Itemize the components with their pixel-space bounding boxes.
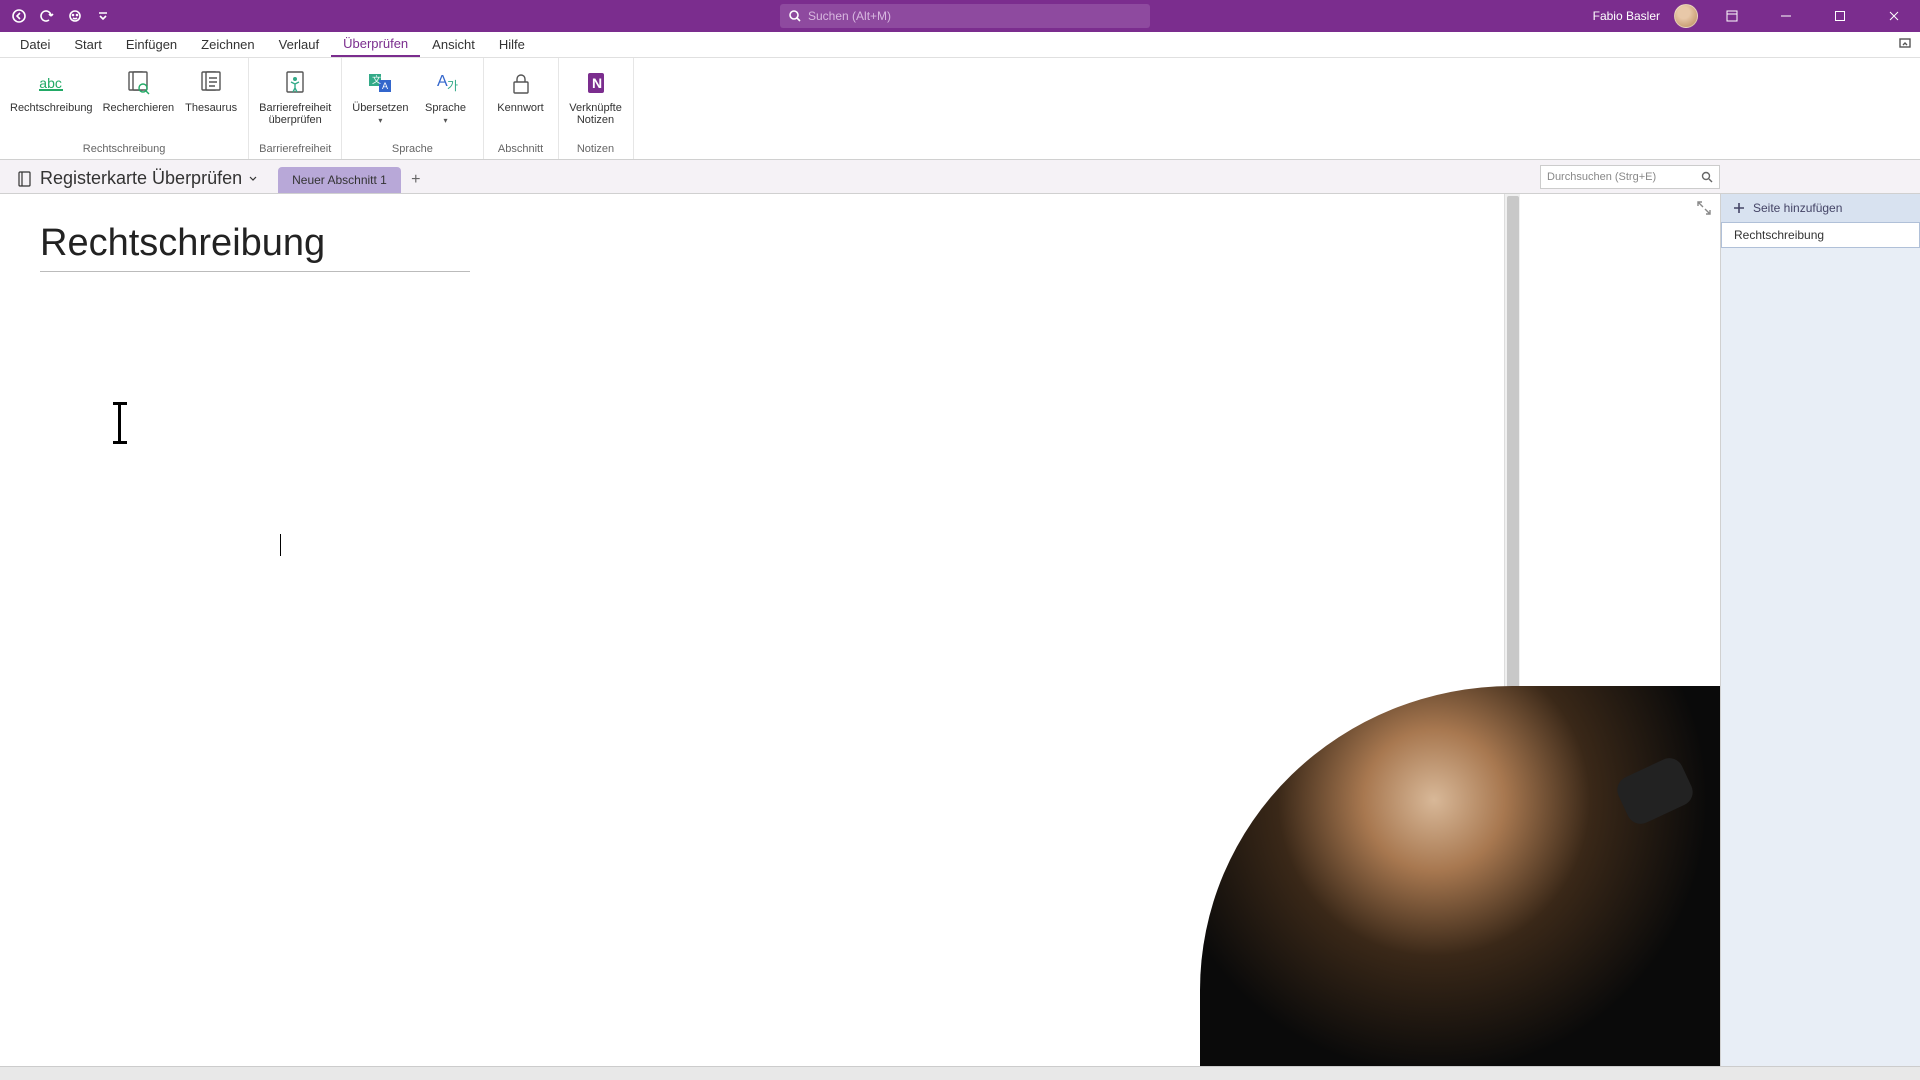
qat-customize-button[interactable] [92, 5, 114, 27]
svg-text:N: N [592, 75, 602, 91]
add-page-button[interactable]: Seite hinzufügen [1721, 194, 1920, 222]
menu-tab-verlauf[interactable]: Verlauf [267, 32, 331, 57]
menu-tab-einfügen[interactable]: Einfügen [114, 32, 189, 57]
notebook-nav: Registerkarte Überprüfen Neuer Abschnitt… [0, 160, 1920, 194]
ribbon-button-label: Sprache [425, 102, 466, 114]
ribbon-button-label: Rechtschreibung [10, 102, 93, 114]
chevron-down-icon [248, 174, 258, 184]
maximize-button[interactable] [1820, 0, 1860, 32]
ribbon-button-label: Verknüpfte Notizen [569, 102, 622, 126]
page-list-item[interactable]: Rechtschreibung [1721, 222, 1920, 248]
menu-tab-ansicht[interactable]: Ansicht [420, 32, 487, 57]
notebook-dropdown[interactable]: Registerkarte Überprüfen [8, 164, 266, 193]
a11y-icon [280, 64, 310, 102]
avatar[interactable] [1674, 4, 1698, 28]
note-canvas[interactable]: Rechtschreibung [0, 194, 1720, 1066]
chevron-down-icon: ▾ [444, 116, 448, 125]
language-icon: A가 [431, 64, 461, 102]
spell-icon: abc [39, 64, 63, 102]
notebook-icon [16, 170, 34, 188]
title-bar: Rechtschreibung - OneNote Fabio Basler [0, 0, 1920, 32]
ribbon-a11y-button[interactable]: Barrierefreiheit überprüfen [255, 62, 335, 141]
ribbon-button-label: Übersetzen [352, 102, 408, 114]
touch-mode-button[interactable] [64, 5, 86, 27]
page-title[interactable]: Rechtschreibung [40, 222, 470, 272]
menu-tab-datei[interactable]: Datei [8, 32, 62, 57]
title-right: Fabio Basler [1593, 0, 1920, 32]
ribbon-button-label: Barrierefreiheit überprüfen [259, 102, 331, 126]
ribbon-group-label: Abschnitt [490, 141, 552, 159]
section-tab-active[interactable]: Neuer Abschnitt 1 [278, 167, 401, 193]
research-icon [123, 64, 153, 102]
ribbon-language-button[interactable]: A가Sprache ▾ [415, 62, 477, 141]
menu-tab-hilfe[interactable]: Hilfe [487, 32, 537, 57]
password-icon [506, 64, 536, 102]
ribbon-group-label: Sprache [348, 141, 476, 159]
ribbon-translate-button[interactable]: 文AÜbersetzen▾ [348, 62, 412, 141]
ribbon-group-notizen: N Verknüpfte Notizen Notizen [559, 58, 634, 159]
menu-tab-start[interactable]: Start [62, 32, 113, 57]
search-box[interactable] [780, 4, 1150, 28]
ribbon-button-label: Thesaurus [185, 102, 237, 114]
ribbon-group-label: Notizen [565, 141, 627, 159]
close-button[interactable] [1874, 0, 1914, 32]
ribbon-display-button[interactable] [1712, 0, 1752, 32]
ribbon-group-rechtschreibung: abcRechtschreibungRecherchierenThesaurus… [0, 58, 249, 159]
undo-button[interactable] [36, 5, 58, 27]
search-icon [1701, 171, 1713, 183]
thesaurus-icon [196, 64, 226, 102]
ribbon-group-barrierefreiheit: Barrierefreiheit überprüfen Barrierefreih… [249, 58, 342, 159]
menu-tab-zeichnen[interactable]: Zeichnen [189, 32, 266, 57]
ribbon-group-abschnitt: Kennwort Abschnitt [484, 58, 559, 159]
fullpage-toggle-button[interactable] [1696, 200, 1712, 216]
svg-text:A: A [382, 81, 388, 91]
ribbon-thesaurus-button[interactable]: Thesaurus [180, 62, 242, 141]
collapse-ribbon-button[interactable] [1898, 36, 1912, 50]
ribbon-group-label: Barrierefreiheit [255, 141, 335, 159]
ribbon-group-label: Rechtschreibung [6, 141, 242, 159]
menu-bar: DateiStartEinfügenZeichnenVerlaufÜberprü… [0, 32, 1920, 58]
ribbon-password-button[interactable]: Kennwort [490, 62, 552, 141]
minimize-button[interactable] [1766, 0, 1806, 32]
ribbon-linked-button[interactable]: N Verknüpfte Notizen [565, 62, 627, 141]
menu-tab-überprüfen[interactable]: Überprüfen [331, 32, 420, 57]
ribbon-group-sprache: 文AÜbersetzen▾A가Sprache▾Sprache [342, 58, 483, 159]
caret-icon [280, 534, 281, 556]
chevron-down-icon: ▾ [378, 116, 382, 125]
page-search-box[interactable]: Durchsuchen (Strg+E) [1540, 165, 1720, 189]
ribbon-spell-button[interactable]: abcRechtschreibung [6, 62, 97, 141]
search-input[interactable] [808, 9, 1142, 23]
linked-icon: N [581, 64, 611, 102]
add-section-button[interactable]: + [403, 167, 429, 193]
quick-access-toolbar [0, 5, 114, 27]
user-name[interactable]: Fabio Basler [1593, 9, 1660, 23]
work-area: Rechtschreibung Seite hinzufügen Rechtsc… [0, 194, 1920, 1066]
svg-text:文: 文 [372, 74, 381, 85]
ribbon: abcRechtschreibungRecherchierenThesaurus… [0, 58, 1920, 160]
webcam-overlay [1200, 686, 1720, 1066]
svg-text:가: 가 [447, 79, 458, 93]
status-bar [0, 1066, 1920, 1080]
ribbon-button-label: Recherchieren [103, 102, 175, 114]
notebook-name: Registerkarte Überprüfen [40, 168, 242, 189]
page-item-label: Rechtschreibung [1734, 228, 1824, 242]
page-search-placeholder: Durchsuchen (Strg+E) [1547, 171, 1656, 183]
text-cursor-icon [118, 404, 121, 442]
translate-icon: 文A [365, 64, 395, 102]
search-icon [788, 9, 802, 23]
ribbon-button-label: Kennwort [497, 102, 543, 114]
page-list-pane: Seite hinzufügen Rechtschreibung [1720, 194, 1920, 1066]
plus-icon [1733, 202, 1745, 214]
section-tab-label: Neuer Abschnitt 1 [292, 173, 387, 187]
scrollbar-thumb[interactable] [1507, 196, 1519, 719]
back-button[interactable] [8, 5, 30, 27]
ribbon-research-button[interactable]: Recherchieren [99, 62, 179, 141]
add-page-label: Seite hinzufügen [1753, 201, 1842, 215]
